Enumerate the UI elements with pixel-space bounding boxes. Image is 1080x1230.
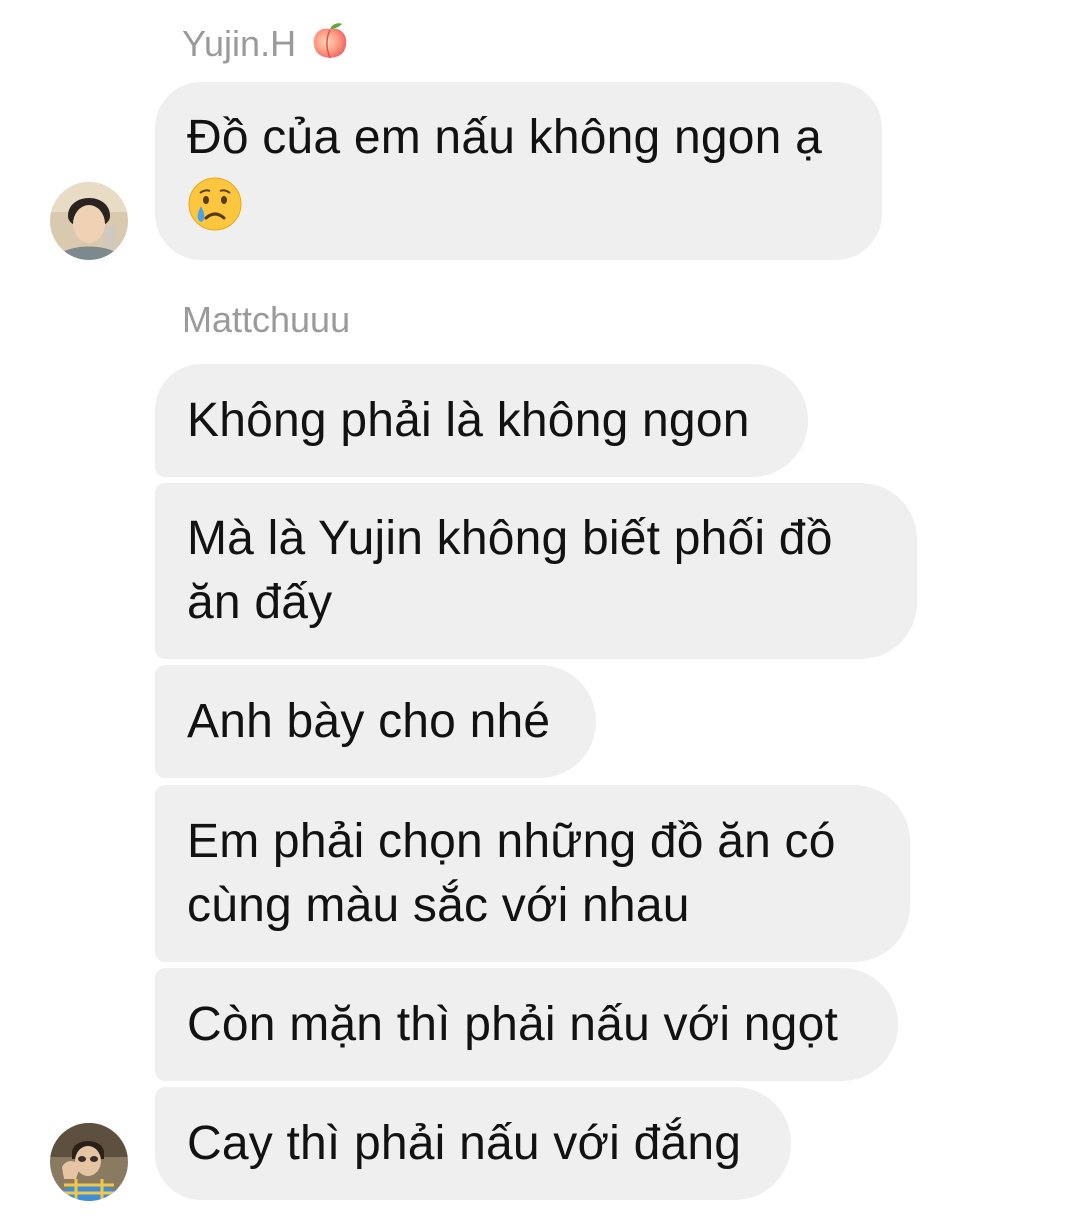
- peach-icon: [313, 23, 347, 59]
- message-bubble: Anh bày cho nhé: [155, 665, 596, 778]
- sender-name-text: Yujin.H: [182, 23, 297, 64]
- message-text: Em phải chọn những đồ ăn có cùng màu sắc…: [187, 814, 836, 932]
- message-text: Còn mặn thì phải nấu với ngọt: [187, 997, 839, 1051]
- message-bubble: Mà là Yujin không biết phối đồ ăn đấy: [155, 483, 917, 659]
- message-text: Mà là Yujin không biết phối đồ ăn đấy: [187, 512, 833, 629]
- message-text: Đồ của em nấu không ngon ạ: [187, 111, 822, 164]
- sender-name-text: Mattchuuu: [182, 299, 351, 340]
- avatar-photo-icon: [50, 182, 128, 260]
- message-text: Cay thì phải nấu với đắng: [187, 1116, 742, 1170]
- avatar-photo-icon: [50, 1123, 128, 1201]
- avatar[interactable]: [50, 182, 128, 260]
- message-bubble: Đồ của em nấu không ngon ạ: [155, 82, 882, 260]
- message-bubble: Không phải là không ngon: [155, 364, 808, 477]
- avatar[interactable]: [50, 1123, 128, 1201]
- message-text: Không phải là không ngon: [187, 393, 750, 447]
- message-bubble: Cay thì phải nấu với đắng: [155, 1087, 791, 1200]
- message-bubble: Còn mặn thì phải nấu với ngọt: [155, 968, 898, 1081]
- sender-name: Mattchuuu: [182, 300, 350, 340]
- sender-name: Yujin.H: [182, 20, 352, 64]
- crying-face-icon: [188, 177, 242, 231]
- message-bubble: Em phải chọn những đồ ăn có cùng màu sắc…: [155, 785, 910, 962]
- message-text: Anh bày cho nhé: [187, 694, 551, 748]
